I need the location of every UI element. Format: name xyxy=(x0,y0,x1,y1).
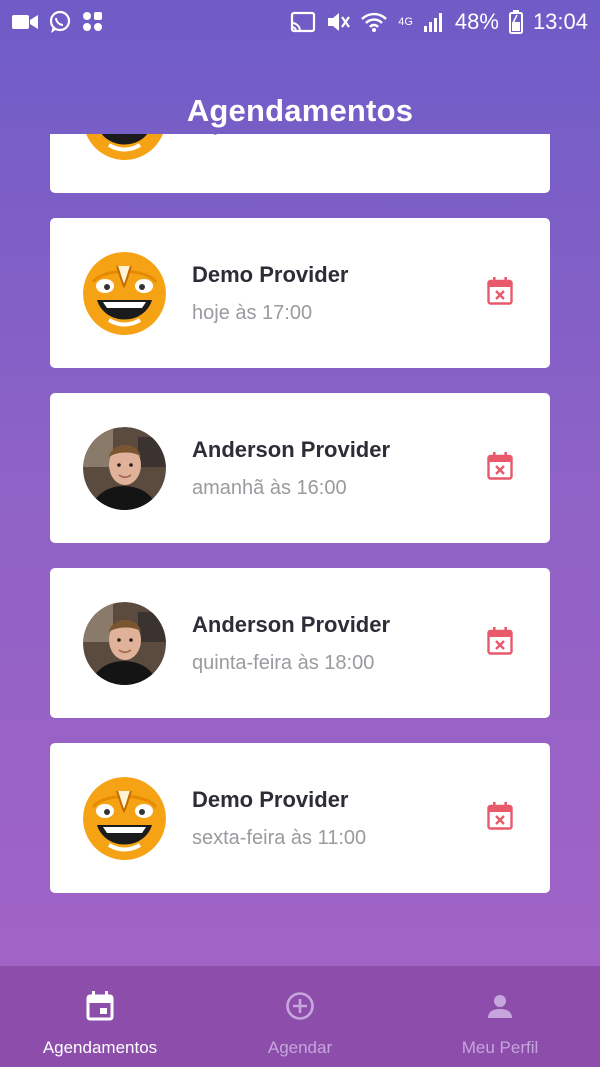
battery-icon xyxy=(508,10,523,34)
add-circle-icon xyxy=(285,990,315,1022)
tab-meu-perfil-label: Meu Perfil xyxy=(461,1038,539,1057)
cancel-appointment-button[interactable] xyxy=(485,277,515,309)
network-label: 4G xyxy=(398,15,413,28)
page-title: Agendamentos xyxy=(186,93,414,128)
provider-name: Demo Provider xyxy=(192,786,349,812)
provider-avatar-photo xyxy=(83,426,166,510)
whatsapp-icon xyxy=(48,10,72,34)
provider-name: Anderson Provider xyxy=(192,436,391,462)
battery-percent: 48% xyxy=(454,9,499,34)
appointment-info: hoje às 15:00 xyxy=(192,134,485,137)
tab-agendamentos-label: Agendamentos xyxy=(42,1038,158,1057)
network-type-icon: 4G xyxy=(398,15,413,28)
appointment-card: Anderson Provider quinta-feira às 18:00 xyxy=(50,568,550,718)
calendar-cancel-icon xyxy=(487,277,513,309)
appointment-time: hoje às 15:00 xyxy=(192,134,485,137)
provider-name: Demo Provider xyxy=(192,261,349,287)
status-bar: 4G 48% 13:04 xyxy=(0,0,600,44)
video-camera-icon xyxy=(12,13,38,31)
appointment-info: Anderson Provider amanhã às 16:00 xyxy=(192,437,485,500)
provider-name: Anderson Provider xyxy=(192,611,391,637)
tab-agendar[interactable]: Agendar xyxy=(200,966,400,1067)
clock: 13:04 xyxy=(532,9,588,34)
provider-avatar-photo xyxy=(83,601,166,685)
cancel-appointment-button[interactable] xyxy=(485,627,515,659)
appointments-list-inner: hoje às 15:00 Demo Provider hoje às 17:00 A… xyxy=(50,134,550,893)
app-grid-icon xyxy=(82,11,104,33)
cancel-appointment-button[interactable] xyxy=(485,802,515,834)
person-icon xyxy=(487,990,513,1022)
calendar-icon xyxy=(86,990,114,1022)
tab-agendamentos[interactable]: Agendamentos xyxy=(0,966,200,1067)
tab-agendar-label: Agendar xyxy=(267,1038,333,1057)
appointment-card: Demo Provider sexta-feira às 11:00 xyxy=(50,743,550,893)
appointment-card: Demo Provider hoje às 17:00 xyxy=(50,218,550,368)
wifi-icon xyxy=(360,11,388,33)
appointment-info: Demo Provider hoje às 17:00 xyxy=(192,262,485,325)
tab-meu-perfil[interactable]: Meu Perfil xyxy=(400,966,600,1067)
appointment-time: hoje às 17:00 xyxy=(192,301,313,324)
appointment-time: sexta-feira às 11:00 xyxy=(192,826,367,849)
signal-icon xyxy=(423,11,445,33)
bottom-navigation: Agendamentos Agendar Meu Perfil xyxy=(0,966,600,1067)
provider-avatar xyxy=(83,134,166,160)
appointment-card: hoje às 15:00 xyxy=(50,134,550,193)
appointment-info: Anderson Provider quinta-feira às 18:00 xyxy=(192,612,485,675)
provider-avatar xyxy=(83,251,166,335)
cast-icon xyxy=(290,11,316,33)
calendar-cancel-icon xyxy=(487,627,513,659)
appointment-info: Demo Provider sexta-feira às 11:00 xyxy=(192,787,485,850)
cancel-appointment-button[interactable] xyxy=(485,452,515,484)
appointment-time: amanhã às 16:00 xyxy=(192,476,347,499)
status-right: 4G 48% 13:04 xyxy=(290,9,588,35)
calendar-cancel-icon xyxy=(487,802,513,834)
appointment-card: Anderson Provider amanhã às 16:00 xyxy=(50,393,550,543)
provider-avatar xyxy=(83,776,166,860)
appointment-time: quinta-feira às 18:00 xyxy=(192,651,375,674)
mute-icon xyxy=(326,11,351,33)
status-left xyxy=(12,10,104,34)
calendar-cancel-icon xyxy=(487,452,513,484)
appointments-list[interactable]: hoje às 15:00 Demo Provider hoje às 17:00 A… xyxy=(0,134,600,966)
